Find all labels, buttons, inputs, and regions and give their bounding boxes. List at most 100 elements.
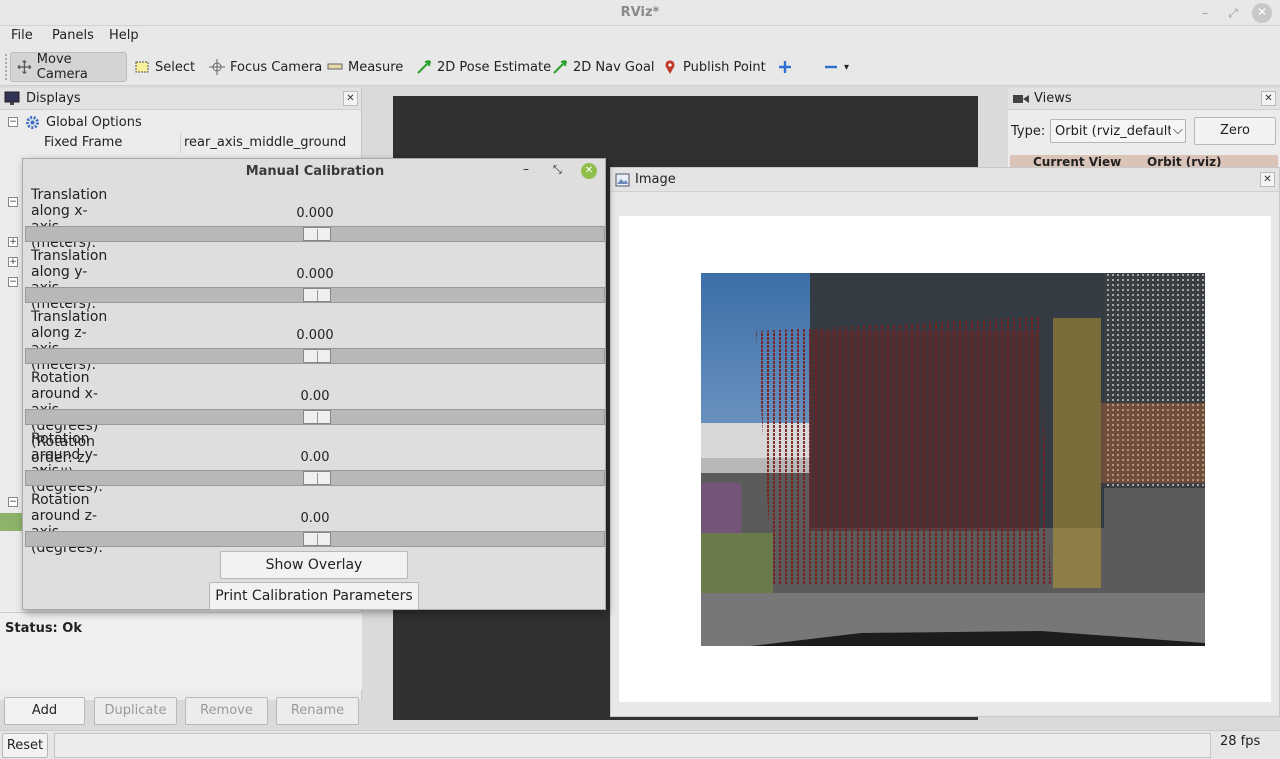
collapse-icon[interactable]: − [8,117,18,127]
rotation-x-slider[interactable] [25,409,605,425]
global-options-label: Global Options [46,115,142,130]
minimize-icon[interactable]: – [1196,4,1214,22]
fps-counter: 28 fps [1220,734,1261,749]
tree-row-fixed-frame[interactable]: Fixed Frame rear_axis_middle_ground [0,133,362,153]
print-calibration-button[interactable]: Print Calibration Parameters [209,582,419,610]
measure-button[interactable]: Measure [321,52,409,82]
displays-title: Displays [26,91,81,106]
plus-icon [779,61,791,73]
toolbar-grip[interactable] [5,54,9,80]
slider-handle[interactable] [303,227,331,241]
move-camera-button[interactable]: Move Camera [10,52,127,82]
ruler-icon [327,63,343,70]
green-arrow-icon [417,60,431,74]
param-value: 0.00 [300,450,330,465]
param-value: 0.00 [300,511,330,526]
views-close-icon[interactable]: ✕ [1261,91,1276,106]
window-title: RViz* [620,5,660,20]
displays-close-icon[interactable]: ✕ [343,91,358,106]
chevron-down-icon: ▾ [844,61,850,73]
collapse-icon[interactable]: − [8,197,18,207]
expand-icon[interactable]: + [8,257,18,267]
image-panel-title: Image [635,172,676,187]
map-pin-icon [665,60,675,74]
publish-point-button[interactable]: Publish Point [656,52,772,82]
camera-icon [1013,95,1029,103]
view-type-select[interactable]: Orbit (rviz_default_ ⌵ [1050,119,1186,143]
manual-calibration-dialog: Manual Calibration – ⤡ ✕ Translation alo… [22,158,606,610]
expand-icon[interactable]: + [8,237,18,247]
collapse-icon[interactable]: − [8,277,18,287]
remove-tool-button[interactable]: ▾ [817,52,855,82]
pose-estimate-button[interactable]: 2D Pose Estimate [410,52,557,82]
nav-goal-button[interactable]: 2D Nav Goal [546,52,661,82]
select-label: Select [155,59,196,75]
slider-handle[interactable] [303,288,331,302]
collapse-icon[interactable]: − [8,497,18,507]
slider-handle[interactable] [303,349,331,363]
slider-handle[interactable] [303,532,331,546]
image-canvas [619,216,1271,702]
reset-button[interactable]: Reset [2,733,48,758]
pose-estimate-label: 2D Pose Estimate [437,59,552,75]
translation-y-slider[interactable] [25,287,605,303]
move-camera-label: Move Camera [36,52,88,82]
param-value: 0.000 [296,206,334,221]
param-value: 0.000 [296,267,334,282]
views-header: Views ✕ [1008,88,1280,110]
image-close-icon[interactable]: ✕ [1260,172,1275,187]
fixed-frame-label: Fixed Frame [44,135,123,150]
green-arrow-icon [553,60,567,74]
maximize-icon[interactable]: ⤡ [553,163,562,177]
menu-help[interactable]: Help [109,28,139,43]
translation-x-slider[interactable] [25,226,605,242]
zero-button[interactable]: Zero [1194,117,1276,145]
camera-image-with-lidar-overlay [701,273,1205,646]
fixed-frame-value[interactable]: rear_axis_middle_ground [184,135,346,150]
status-text: Status: Ok [5,621,82,636]
views-panel: Views ✕ Type: Orbit (rviz_default_ ⌵ Zer… [1008,88,1280,168]
close-icon[interactable]: ✕ [581,163,597,179]
param-value: 0.00 [300,389,330,404]
tree-row-global-options[interactable]: − Global Options [0,113,362,133]
select-icon [135,61,149,73]
nav-goal-label: 2D Nav Goal [573,59,655,75]
slider-handle[interactable] [303,410,331,424]
displays-header: Displays ✕ [0,88,361,110]
menu-panels[interactable]: Panels [52,28,94,43]
duplicate-button[interactable]: Duplicate [94,697,177,725]
column-divider [180,133,181,153]
add-tool-button[interactable] [771,52,804,82]
calibration-header: Manual Calibration – ⤡ ✕ [23,159,605,183]
menu-file[interactable]: File [11,28,33,43]
focus-camera-button[interactable]: Focus Camera [203,52,328,82]
show-overlay-button[interactable]: Show Overlay [220,551,408,579]
chevron-down-icon: ⌵ [1171,123,1183,138]
display-status-area: Status: Ok [0,612,362,690]
close-icon[interactable]: ✕ [1252,3,1272,23]
move-camera-icon [17,60,32,74]
toolbar: Move Camera Select Focus Camera Measure … [0,48,1280,86]
remove-button[interactable]: Remove [185,697,268,725]
param-value: 0.000 [296,328,334,343]
rotation-z-slider[interactable] [25,531,605,547]
slider-handle[interactable] [303,471,331,485]
selected-row-highlight[interactable] [0,513,22,531]
measure-label: Measure [348,59,404,75]
image-panel: Image ✕ [610,167,1280,717]
view-type-value: Orbit (rviz_default_ [1055,124,1179,139]
calibration-title: Manual Calibration [245,164,385,179]
add-button[interactable]: Add [4,697,85,725]
window-titlebar: RViz* – ⤢ ✕ [0,0,1280,26]
minimize-icon[interactable]: – [523,162,529,176]
publish-point-label: Publish Point [683,59,766,75]
status-bar-field [54,733,1211,758]
rename-button[interactable]: Rename [276,697,359,725]
view-type-label: Type: [1011,124,1046,139]
focus-camera-icon [209,59,225,75]
select-button[interactable]: Select [128,52,201,82]
translation-z-slider[interactable] [25,348,605,364]
rotation-y-slider[interactable] [25,470,605,486]
maximize-icon[interactable]: ⤢ [1224,4,1242,22]
menu-bar: File Panels Help [0,26,1280,48]
